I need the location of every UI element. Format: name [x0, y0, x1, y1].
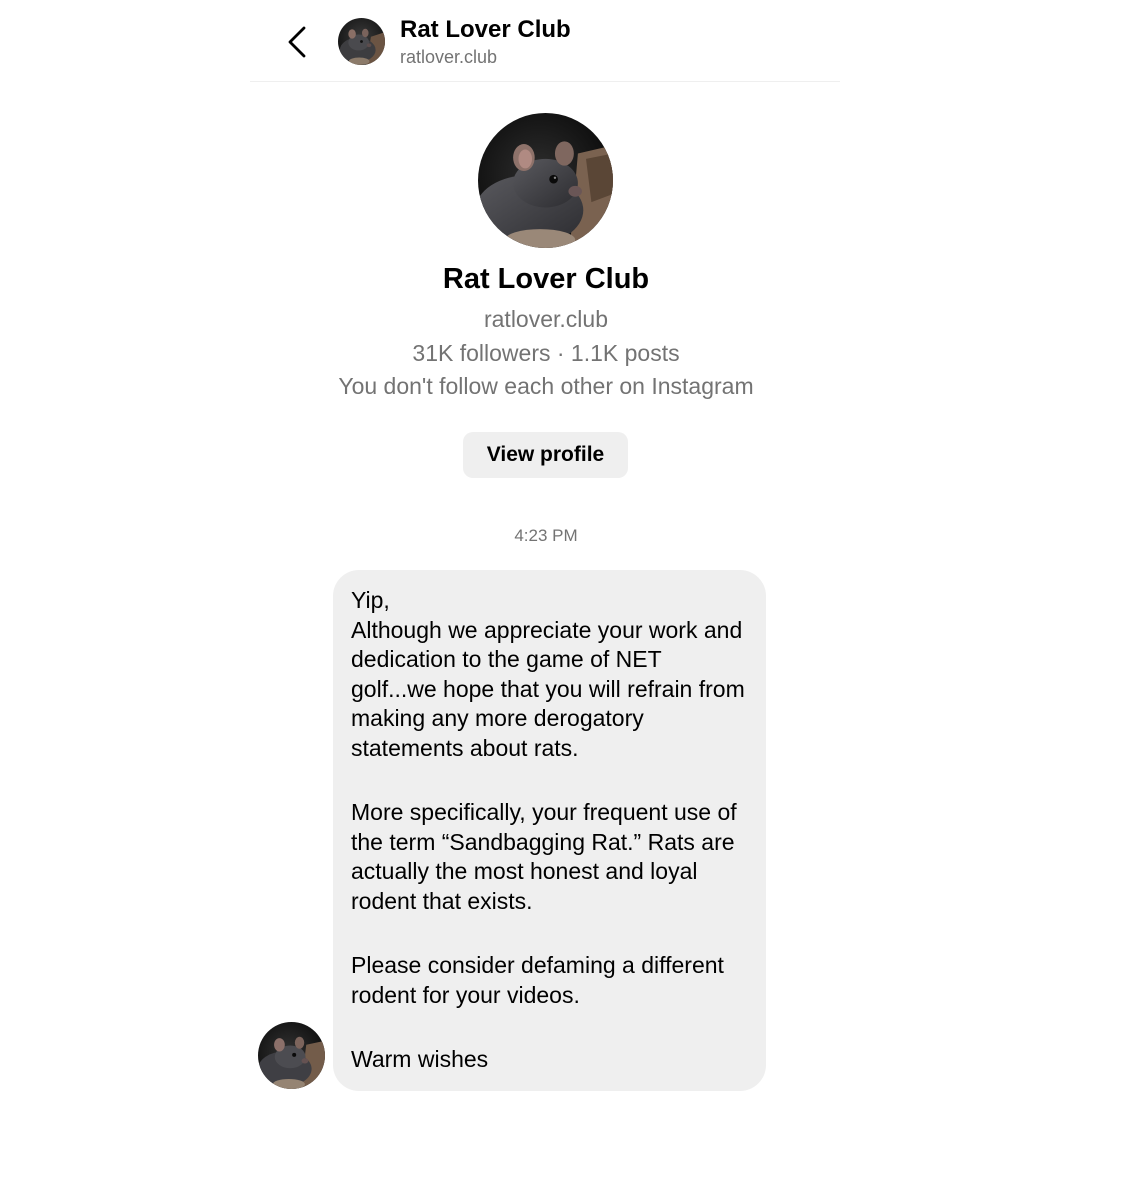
chevron-left-icon [288, 26, 306, 58]
message-paragraph: Yip, [351, 587, 390, 613]
message-bubble[interactable]: Yip, Although we appreciate your work an… [333, 570, 766, 1091]
message-paragraph: Although we appreciate your work and ded… [351, 616, 745, 761]
message-paragraph: Warm wishes [351, 1046, 489, 1072]
back-button[interactable] [282, 22, 312, 62]
message-paragraph: Please consider defaming a different rod… [351, 952, 724, 1008]
profile-name: Rat Lover Club [442, 263, 650, 295]
profile-handle: ratlover.club [483, 306, 608, 332]
follow-relation-text: You don't follow each other on Instagram [338, 373, 754, 399]
profile-stats: 31K followers · 1.1K posts [412, 340, 680, 366]
profile-avatar[interactable] [478, 113, 613, 248]
message-timestamp: 4:23 PM [514, 526, 578, 545]
message-paragraph: More specifically, your frequent use of … [351, 799, 737, 914]
view-profile-button[interactable]: View profile [463, 432, 628, 478]
header-avatar[interactable] [338, 18, 385, 65]
header-username: ratlover.club [400, 47, 498, 67]
header-title[interactable]: Rat Lover Club [400, 16, 571, 44]
sender-avatar[interactable] [258, 1022, 325, 1089]
